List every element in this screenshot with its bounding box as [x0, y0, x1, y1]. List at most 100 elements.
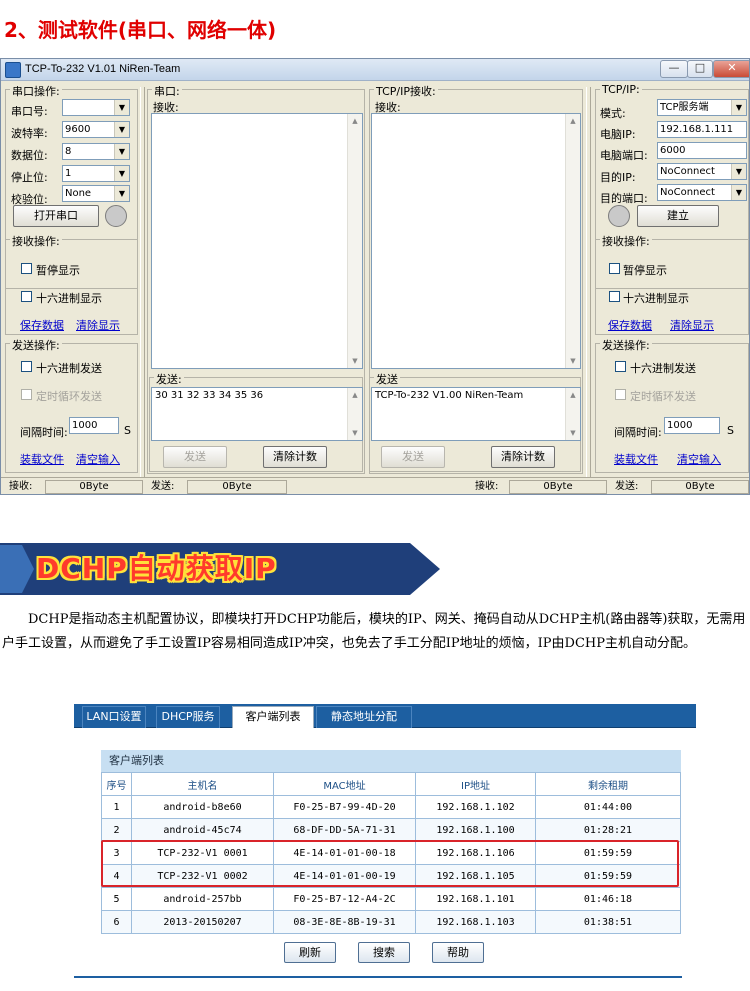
left-splitter[interactable] [140, 87, 145, 477]
chevron-down-icon[interactable]: ▼ [114, 122, 129, 137]
save-data-link[interactable]: 保存数据 [20, 317, 64, 333]
module-rows-highlight [101, 840, 679, 887]
load-file-link-right[interactable]: 装载文件 [614, 451, 658, 467]
scroll-up-icon[interactable]: ▲ [566, 388, 580, 402]
chevron-down-icon[interactable]: ▼ [114, 186, 129, 201]
scroll-down-icon[interactable]: ▼ [566, 426, 580, 440]
pause-display-checkbox[interactable] [21, 263, 32, 274]
load-file-link[interactable]: 装载文件 [20, 451, 64, 467]
build-connection-button[interactable]: 建立 [637, 205, 719, 227]
scroll-down-icon[interactable]: ▼ [566, 354, 580, 368]
tcp-send-area[interactable]: TCP-To-232 V1.00 NiRen-Team ▲ ▼ [371, 387, 581, 441]
scrollbar[interactable]: ▲ ▼ [347, 388, 362, 440]
scrollbar[interactable]: ▲ ▼ [565, 388, 580, 440]
baud-label: 波特率: [11, 127, 48, 140]
clear-input-link[interactable]: 清空输入 [76, 451, 120, 467]
scrollbar[interactable]: ▲ ▼ [347, 114, 362, 368]
stopbits-select[interactable]: 1 ▼ [62, 165, 130, 182]
scroll-down-icon[interactable]: ▼ [348, 354, 362, 368]
serial-send-button[interactable]: 发送 [163, 446, 227, 468]
serial-send-text: 30 31 32 33 34 35 36 [155, 390, 264, 401]
minimize-button[interactable]: — [660, 60, 688, 78]
scroll-up-icon[interactable]: ▲ [348, 388, 362, 402]
pc-port-input[interactable]: 6000 [657, 142, 747, 159]
title-bar[interactable]: TCP-To-232 V1.01 NiRen-Team — □ ✕ [1, 59, 749, 81]
target-port-select[interactable]: NoConnect ▼ [657, 184, 747, 201]
timed-loop-checkbox[interactable] [21, 389, 32, 400]
save-data-link-right[interactable]: 保存数据 [608, 317, 652, 333]
hex-display-label: 十六进制显示 [36, 292, 102, 305]
chevron-down-icon[interactable]: ▼ [114, 166, 129, 181]
table-row: 1 android-b8e60 F0-25-B7-99-4D-20 192.16… [101, 795, 681, 819]
clear-display-link[interactable]: 清除显示 [76, 317, 120, 333]
hex-send-checkbox-right[interactable] [615, 361, 626, 372]
search-button[interactable]: 搜索 [358, 942, 410, 963]
tcp-send-button[interactable]: 发送 [381, 446, 445, 468]
pause-display-checkbox-right[interactable] [609, 263, 620, 274]
refresh-button[interactable]: 刷新 [284, 942, 336, 963]
hex-send-checkbox[interactable] [21, 361, 32, 372]
target-ip-select[interactable]: NoConnect ▼ [657, 163, 747, 180]
databits-label: 数据位: [11, 149, 48, 162]
chevron-down-icon[interactable]: ▼ [731, 100, 746, 115]
tcp-clear-count-button[interactable]: 清除计数 [491, 446, 555, 468]
scroll-down-icon[interactable]: ▼ [348, 426, 362, 440]
serial-recv-area[interactable]: ▲ ▼ [151, 113, 363, 369]
help-button[interactable]: 帮助 [432, 942, 484, 963]
chevron-down-icon[interactable]: ▼ [114, 144, 129, 159]
hex-display-checkbox[interactable] [21, 291, 32, 302]
cell-index: 6 [101, 910, 132, 934]
port-label: 串口号: [11, 105, 48, 118]
timed-loop-label-right: 定时循环发送 [630, 390, 696, 403]
chevron-down-icon[interactable]: ▼ [731, 185, 746, 200]
hex-display-checkbox-right[interactable] [609, 291, 620, 302]
group-title: TCP/IP接收: [374, 83, 438, 99]
tab-dhcp-service[interactable]: DHCP服务 [156, 706, 220, 728]
interval-input[interactable]: 1000 [69, 417, 119, 434]
mode-select[interactable]: TCP服务端 ▼ [657, 99, 747, 116]
databits-select[interactable]: 8 ▼ [62, 143, 130, 160]
cell-mac: 68-DF-DD-5A-71-31 [273, 818, 416, 842]
interval-input-right[interactable]: 1000 [664, 417, 720, 434]
pc-ip-input[interactable]: 192.168.1.111 [657, 121, 747, 138]
group-title: 发送操作: [10, 337, 62, 353]
table-row: 5 android-257bb F0-25-B7-12-A4-2C 192.16… [101, 887, 681, 911]
stopbits-label: 停止位: [11, 171, 48, 184]
tab-client-list[interactable]: 客户端列表 [232, 706, 314, 728]
cell-ip: 192.168.1.100 [415, 818, 536, 842]
scrollbar[interactable]: ▲ ▼ [565, 114, 580, 368]
cell-ip: 192.168.1.101 [415, 887, 536, 911]
chevron-down-icon[interactable]: ▼ [114, 100, 129, 115]
pause-display-label: 暂停显示 [36, 264, 80, 277]
scroll-up-icon[interactable]: ▲ [566, 114, 580, 128]
clear-display-link-right[interactable]: 清除显示 [670, 317, 714, 333]
serial-clear-count-button[interactable]: 清除计数 [263, 446, 327, 468]
cell-index: 1 [101, 795, 132, 819]
group-title: 接收操作: [10, 233, 62, 249]
tab-lan-settings[interactable]: LAN口设置 [82, 706, 146, 728]
parity-select[interactable]: None ▼ [62, 185, 130, 202]
serial-send-area[interactable]: 30 31 32 33 34 35 36 ▲ ▼ [151, 387, 363, 441]
port-select[interactable]: ▼ [62, 99, 130, 116]
tcp-recv-area[interactable]: ▲ ▼ [371, 113, 581, 369]
close-button[interactable]: ✕ [713, 60, 749, 78]
hex-display-label-right: 十六进制显示 [623, 292, 689, 305]
status-recv1-label: 接收: [9, 481, 33, 492]
cell-ip: 192.168.1.103 [415, 910, 536, 934]
group-title: 串口操作: [10, 83, 62, 99]
right-splitter[interactable] [586, 87, 591, 477]
clear-input-link-right[interactable]: 清空输入 [677, 451, 721, 467]
maximize-button[interactable]: □ [687, 60, 713, 78]
baud-select[interactable]: 9600 ▼ [62, 121, 130, 138]
tab-static-allocation[interactable]: 静态地址分配 [316, 706, 412, 728]
chevron-down-icon[interactable]: ▼ [731, 164, 746, 179]
interval-unit-right: S [727, 424, 734, 437]
timed-loop-checkbox-right[interactable] [615, 389, 626, 400]
cell-hostname: android-257bb [131, 887, 274, 911]
scroll-up-icon[interactable]: ▲ [348, 114, 362, 128]
table-row: 6 2013-20150207 08-3E-8E-8B-19-31 192.16… [101, 910, 681, 934]
open-port-button[interactable]: 打开串口 [13, 205, 99, 227]
pause-display-label-right: 暂停显示 [623, 264, 667, 277]
status-recv2-value: 0Byte [509, 480, 607, 494]
interval-unit: S [124, 424, 131, 437]
